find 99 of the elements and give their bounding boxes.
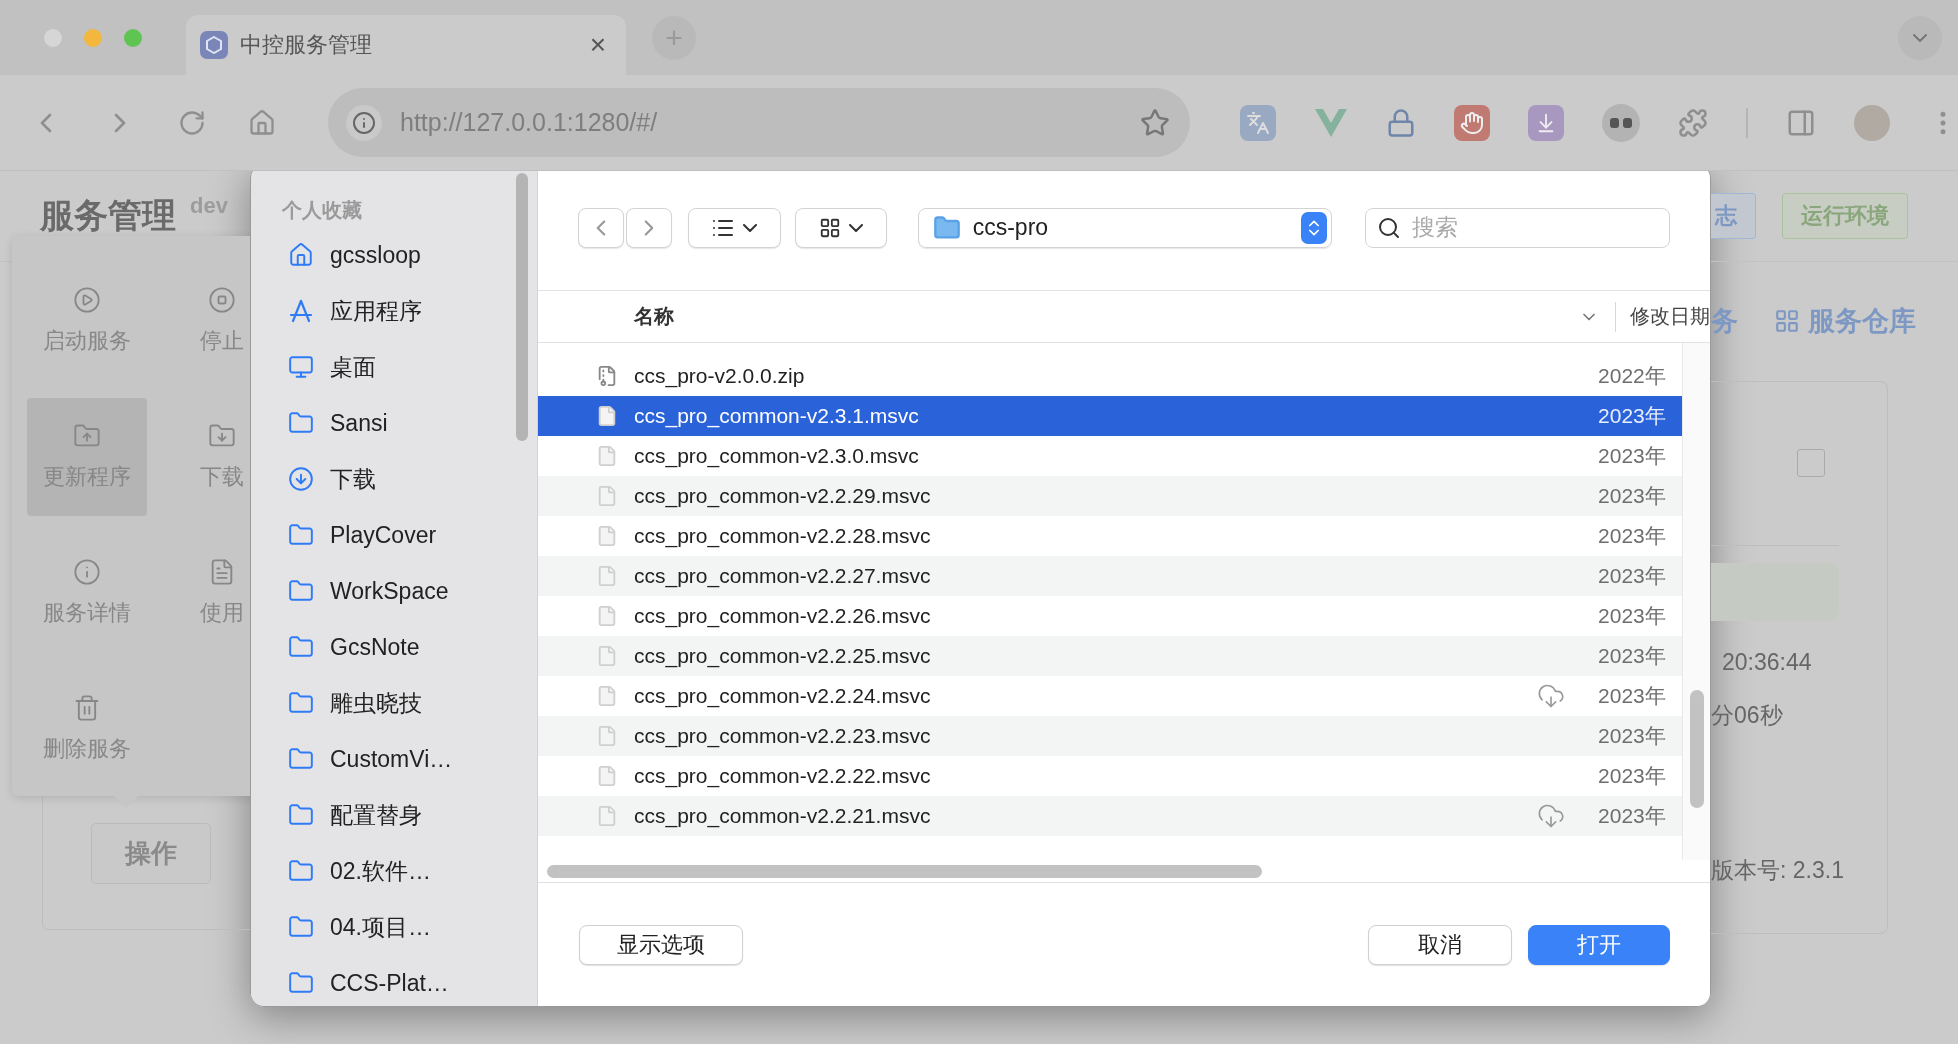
file-icon — [596, 484, 618, 508]
file-row[interactable]: ccs_pro_common-v2.2.27.msvc 2023年 — [538, 556, 1683, 596]
file-icon — [596, 604, 618, 628]
folder-icon — [288, 746, 314, 772]
location-popup[interactable]: ccs-pro — [917, 207, 1332, 248]
star-icon[interactable] — [1140, 107, 1170, 138]
extension-button[interactable] — [1454, 104, 1490, 141]
options-button[interactable]: 显示选项 — [579, 924, 743, 965]
folder-icon — [288, 522, 314, 548]
open-button[interactable]: 打开 — [1528, 924, 1670, 965]
translate-button[interactable] — [1240, 104, 1276, 141]
sidebar-item[interactable]: 配置替身 — [251, 787, 537, 843]
grid-icon — [818, 216, 841, 239]
app-store-icon — [288, 298, 314, 324]
url-text: http://127.0.0.1:1280/#/ — [400, 108, 659, 137]
sidebar-item[interactable]: 应用程序 — [251, 283, 537, 339]
search-icon — [1377, 215, 1401, 240]
info-icon — [73, 558, 101, 586]
trash-icon — [73, 694, 101, 722]
chevron-down-icon — [1913, 33, 1927, 42]
extension-button[interactable] — [1528, 104, 1564, 141]
browser-tab[interactable]: 中控服务管理 × — [186, 15, 626, 75]
time-text: 20:36:44 — [1722, 649, 1813, 676]
window-zoom-button[interactable] — [124, 28, 142, 47]
file-icon — [596, 444, 618, 468]
file-row[interactable]: ccs_pro_common-v2.2.25.msvc 2023年 — [538, 636, 1683, 676]
sidebar-item[interactable]: gcssloop — [251, 227, 537, 283]
sidebar-item[interactable]: WorkSpace — [251, 563, 537, 619]
chevron-down-icon — [848, 223, 863, 232]
column-header[interactable]: 修改日期 — [1630, 303, 1710, 330]
desktop-icon — [288, 354, 314, 380]
list-view-button[interactable] — [688, 207, 781, 248]
sidebar-heading: 个人收藏 — [281, 198, 363, 223]
sidebar-item[interactable]: 04.项目… — [251, 899, 537, 955]
sidebar-item[interactable]: 02.软件… — [251, 843, 537, 899]
cancel-button[interactable]: 取消 — [1368, 924, 1512, 965]
file-icon — [596, 684, 618, 708]
sidebar-item[interactable]: CCS-Plat… — [251, 955, 537, 1006]
scrollbar[interactable] — [516, 173, 528, 441]
folder-icon — [932, 213, 961, 242]
zip-file-icon — [596, 364, 618, 388]
grid-view-button[interactable] — [794, 207, 887, 248]
file-row[interactable]: ccs_pro_common-v2.3.1.msvc 2023年 — [538, 396, 1683, 436]
folder-icon — [288, 802, 314, 828]
translate-icon — [1246, 110, 1270, 135]
lock-icon[interactable] — [1386, 107, 1416, 138]
sidebar-item[interactable]: Sansi — [251, 395, 537, 451]
folder-icon — [288, 410, 314, 436]
stop-icon — [208, 286, 236, 314]
scrollbar[interactable] — [1689, 690, 1704, 808]
sidebar-item[interactable]: 下载 — [251, 451, 537, 507]
home-icon — [248, 108, 276, 137]
file-icon — [596, 764, 618, 788]
search-field[interactable]: 搜索 — [1365, 207, 1670, 248]
folder-icon — [288, 690, 314, 716]
folder-icon — [288, 970, 314, 996]
file-icon — [596, 724, 618, 748]
checkbox[interactable] — [1797, 449, 1825, 477]
column-header[interactable]: 名称 — [634, 303, 1579, 330]
file-icon — [596, 524, 618, 548]
home-button[interactable] — [248, 108, 276, 137]
file-icon — [596, 644, 618, 668]
chevron-down-icon — [743, 223, 758, 232]
file-row[interactable]: ccs_pro_common-v2.2.23.msvc 2023年 — [538, 716, 1683, 756]
forward-button[interactable] — [626, 207, 672, 248]
reload-icon — [178, 108, 206, 137]
file-row[interactable]: ccs_pro_common-v2.2.29.msvc 2023年 — [538, 476, 1683, 516]
glasses-icon[interactable] — [1602, 103, 1640, 142]
sidebar-item[interactable]: CustomVi… — [251, 731, 537, 787]
sidebar-item[interactable]: PlayCover — [251, 507, 537, 563]
site-info-button[interactable] — [346, 104, 382, 141]
page-title: 服务管理 — [40, 195, 176, 236]
reload-button[interactable] — [178, 108, 206, 137]
v-shape-icon[interactable] — [1314, 107, 1348, 138]
download-icon — [288, 466, 314, 492]
back-button[interactable] — [578, 207, 624, 248]
window-minimize-button[interactable] — [84, 28, 102, 47]
avatar[interactable] — [1854, 104, 1890, 141]
file-icon — [596, 804, 618, 828]
tab-close-button[interactable]: × — [583, 29, 612, 61]
scrollbar[interactable] — [547, 864, 1262, 878]
folder-icon — [288, 578, 314, 604]
folder-icon — [288, 634, 314, 660]
duration-text: 分06秒 — [1711, 701, 1784, 730]
sidebar-item[interactable]: 雕虫晓技 — [251, 675, 537, 731]
hand-icon — [1460, 110, 1484, 135]
folder-icon — [288, 858, 314, 884]
folder-icon — [288, 914, 314, 940]
info-icon — [352, 110, 376, 135]
grid-icon — [1774, 308, 1800, 334]
play-icon — [73, 286, 101, 314]
sidebar-item[interactable]: GcsNote — [251, 619, 537, 675]
file-row[interactable]: ccs_pro_common-v2.2.21.msvc 2023年 — [538, 796, 1683, 836]
home-icon — [288, 242, 314, 268]
tab-list-button[interactable] — [1898, 15, 1942, 60]
puzzle-icon[interactable] — [1678, 107, 1708, 138]
sidebar-item[interactable]: 桌面 — [251, 339, 537, 395]
file-icon — [596, 564, 618, 588]
file-icon — [596, 404, 618, 428]
